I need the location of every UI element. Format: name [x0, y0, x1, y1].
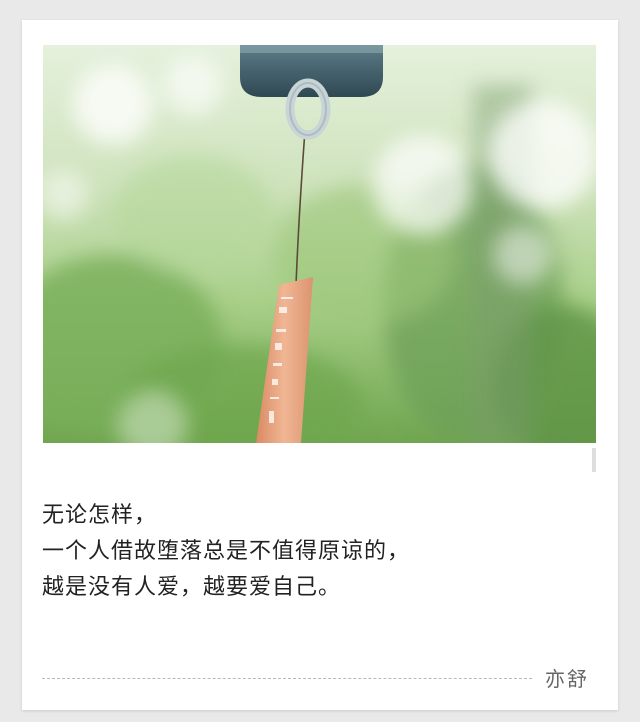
- photo-illustration: [43, 45, 596, 443]
- quote-line-3: 越是没有人爱，越要爱自己。: [42, 575, 342, 600]
- quote-text: 无论怎样， 一个人借故堕落总是不值得原谅的， 越是没有人爱，越要爱自己。: [42, 498, 582, 606]
- photo-edge-mark: [592, 448, 596, 472]
- dashed-divider: [42, 678, 532, 679]
- quote-line-2: 一个人借故堕落总是不值得原谅的，: [42, 539, 411, 564]
- wind-chime-photo: [43, 45, 596, 443]
- author-name: 亦舒: [545, 667, 589, 691]
- quote-line-1: 无论怎样，: [42, 503, 158, 528]
- page: 无论怎样， 一个人借故堕落总是不值得原谅的， 越是没有人爱，越要爱自己。 亦舒: [0, 0, 640, 722]
- quote-card: 无论怎样， 一个人借故堕落总是不值得原谅的， 越是没有人爱，越要爱自己。 亦舒: [22, 20, 618, 710]
